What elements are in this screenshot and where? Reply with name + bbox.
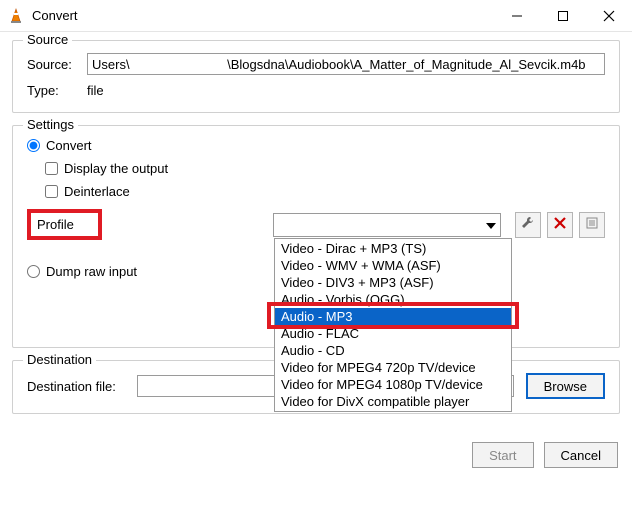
- profile-settings-button[interactable]: [515, 212, 541, 238]
- profile-option[interactable]: Audio - Vorbis (OGG): [275, 291, 511, 308]
- deinterlace-check[interactable]: Deinterlace: [45, 184, 605, 199]
- display-output-check[interactable]: Display the output: [45, 161, 605, 176]
- dump-raw-input[interactable]: [27, 265, 40, 278]
- profile-option[interactable]: Video for DivX compatible player: [275, 393, 511, 410]
- start-button[interactable]: Start: [472, 442, 533, 468]
- source-label: Source:: [27, 57, 87, 72]
- destination-label: Destination file:: [27, 379, 137, 394]
- display-output-input[interactable]: [45, 162, 58, 175]
- titlebar: Convert: [0, 0, 632, 32]
- chevron-down-icon: [486, 217, 496, 232]
- profile-row: Profile Video - Dirac + MP3 (TS)Video - …: [27, 209, 605, 240]
- type-value: file: [87, 83, 104, 98]
- profile-new-button[interactable]: [579, 212, 605, 238]
- profile-dropdown-panel: Video - Dirac + MP3 (TS)Video - WMV + WM…: [274, 238, 512, 412]
- profile-option[interactable]: Audio - FLAC: [275, 325, 511, 342]
- convert-radio-label: Convert: [46, 138, 92, 153]
- profile-label-highlight: Profile: [27, 209, 102, 240]
- display-output-label: Display the output: [64, 161, 168, 176]
- type-label: Type:: [27, 83, 87, 98]
- profile-label: Profile: [37, 217, 74, 232]
- app-icon: [8, 8, 24, 24]
- profile-delete-button[interactable]: [547, 212, 573, 238]
- settings-group: Settings Convert Display the output Dein…: [12, 125, 620, 348]
- window-title: Convert: [32, 8, 494, 23]
- new-profile-icon: [586, 217, 598, 232]
- destination-legend: Destination: [23, 352, 96, 367]
- minimize-button[interactable]: [494, 0, 540, 32]
- convert-radio-input[interactable]: [27, 139, 40, 152]
- deinterlace-input[interactable]: [45, 185, 58, 198]
- maximize-button[interactable]: [540, 0, 586, 32]
- cancel-button[interactable]: Cancel: [544, 442, 618, 468]
- settings-legend: Settings: [23, 117, 78, 132]
- dump-raw-label: Dump raw input: [46, 264, 137, 279]
- browse-button-label: Browse: [544, 379, 587, 394]
- dialog-footer: Start Cancel: [0, 434, 632, 480]
- browse-button[interactable]: Browse: [526, 373, 605, 399]
- delete-x-icon: [554, 217, 566, 232]
- convert-radio[interactable]: Convert: [27, 138, 605, 153]
- profile-option[interactable]: Video for MPEG4 720p TV/device: [275, 359, 511, 376]
- profile-option[interactable]: Video for MPEG4 1080p TV/device: [275, 376, 511, 393]
- profile-dropdown[interactable]: Video - Dirac + MP3 (TS)Video - WMV + WM…: [273, 213, 501, 237]
- client-area: Source Source: Type: file Settings Conve…: [0, 32, 632, 434]
- source-group: Source Source: Type: file: [12, 40, 620, 113]
- profile-option[interactable]: Video - Dirac + MP3 (TS): [275, 240, 511, 257]
- source-legend: Source: [23, 32, 72, 47]
- wrench-icon: [521, 216, 535, 233]
- cancel-button-label: Cancel: [561, 448, 601, 463]
- profile-option[interactable]: Video - DIV3 + MP3 (ASF): [275, 274, 511, 291]
- start-button-label: Start: [489, 448, 516, 463]
- profile-option[interactable]: Video - WMV + WMA (ASF): [275, 257, 511, 274]
- close-button[interactable]: [586, 0, 632, 32]
- profile-option[interactable]: Audio - MP3: [275, 308, 511, 325]
- deinterlace-label: Deinterlace: [64, 184, 130, 199]
- source-input[interactable]: [87, 53, 605, 75]
- profile-option[interactable]: Audio - CD: [275, 342, 511, 359]
